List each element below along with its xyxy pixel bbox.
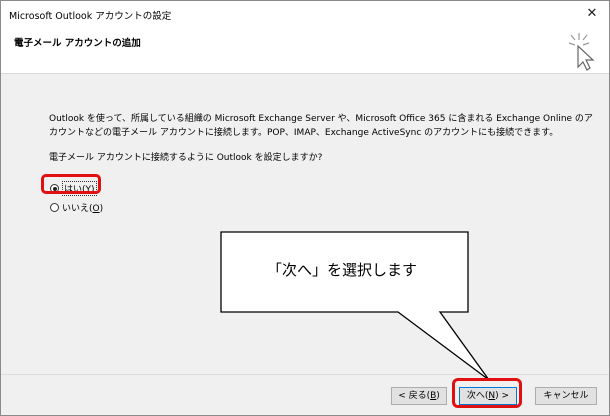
window-title: Microsoft Outlook アカウントの設定 xyxy=(9,11,172,22)
close-icon[interactable]: ✕ xyxy=(581,4,603,24)
cursor-sparkle-icon xyxy=(568,33,595,71)
wizard-content: Outlook を使って、所属している組織の Microsoft Exchang… xyxy=(1,74,609,374)
radio-option-no[interactable]: いいえ(O) xyxy=(50,201,103,214)
highlight-box-yes xyxy=(41,174,101,194)
callout-text: 「次へ」を選択します xyxy=(266,261,417,279)
description-text: Outlook を使って、所属している組織の Microsoft Exchang… xyxy=(49,114,593,138)
highlight-box-next xyxy=(452,378,522,408)
cancel-button[interactable]: キャンセル xyxy=(535,387,597,405)
radio-button-no[interactable] xyxy=(50,203,59,212)
title-bar: Microsoft Outlook アカウントの設定 ✕ xyxy=(1,1,609,27)
outlook-account-settings-window: Microsoft Outlook アカウントの設定 ✕ 電子メール アカウント… xyxy=(0,0,610,416)
wizard-header: 電子メール アカウントの追加 xyxy=(1,27,609,74)
page-title: 電子メール アカウントの追加 xyxy=(14,38,141,49)
question-text: 電子メール アカウントに接続するように Outlook を設定しますか? xyxy=(49,153,323,163)
back-button[interactable]: < 戻る(B) xyxy=(391,387,447,405)
radio-label-no: いいえ(O) xyxy=(62,204,104,214)
